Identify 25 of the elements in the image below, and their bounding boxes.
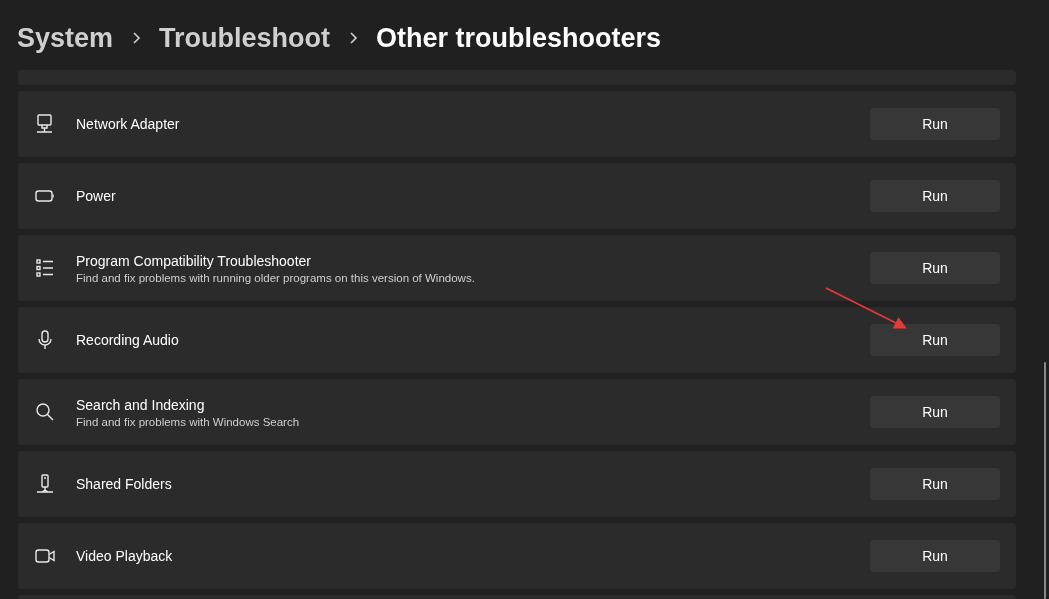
breadcrumb-item: Other troubleshooters bbox=[376, 22, 662, 54]
shared-folder-icon bbox=[34, 473, 56, 495]
run-button[interactable]: Run bbox=[870, 324, 1000, 356]
chevron-icon bbox=[131, 31, 142, 45]
troubleshooter-title: Power bbox=[76, 188, 117, 204]
search-icon bbox=[34, 401, 56, 423]
list-icon bbox=[34, 257, 56, 279]
troubleshooter-title: Search and Indexing bbox=[76, 396, 206, 413]
run-button[interactable]: Run bbox=[870, 396, 1000, 428]
run-button[interactable]: Run bbox=[870, 252, 1000, 284]
troubleshooter-title: Network Adapter bbox=[76, 116, 181, 132]
chevron-icon bbox=[348, 31, 359, 45]
troubleshooter-title: Program Compatibility Troubleshooter bbox=[76, 252, 312, 269]
troubleshooter-title: Recording Audio bbox=[76, 332, 180, 348]
breadcrumb-item[interactable]: Troubleshoot bbox=[159, 22, 331, 54]
run-button[interactable]: Run bbox=[870, 540, 1000, 572]
run-button[interactable]: Run bbox=[870, 468, 1000, 500]
troubleshooter-title: Video Playback bbox=[76, 548, 174, 564]
troubleshooter-description: Find and fix problems with running older programs on this version of Windows. bbox=[76, 271, 476, 284]
breadcrumb-item[interactable]: System bbox=[17, 22, 114, 54]
troubleshooter-description: Find and fix problems with Windows Search bbox=[76, 415, 301, 428]
run-button[interactable]: Run bbox=[870, 180, 1000, 212]
run-button[interactable]: Run bbox=[870, 108, 1000, 140]
scrollbar[interactable] bbox=[1044, 362, 1046, 599]
troubleshooter-title: Shared Folders bbox=[76, 476, 173, 492]
